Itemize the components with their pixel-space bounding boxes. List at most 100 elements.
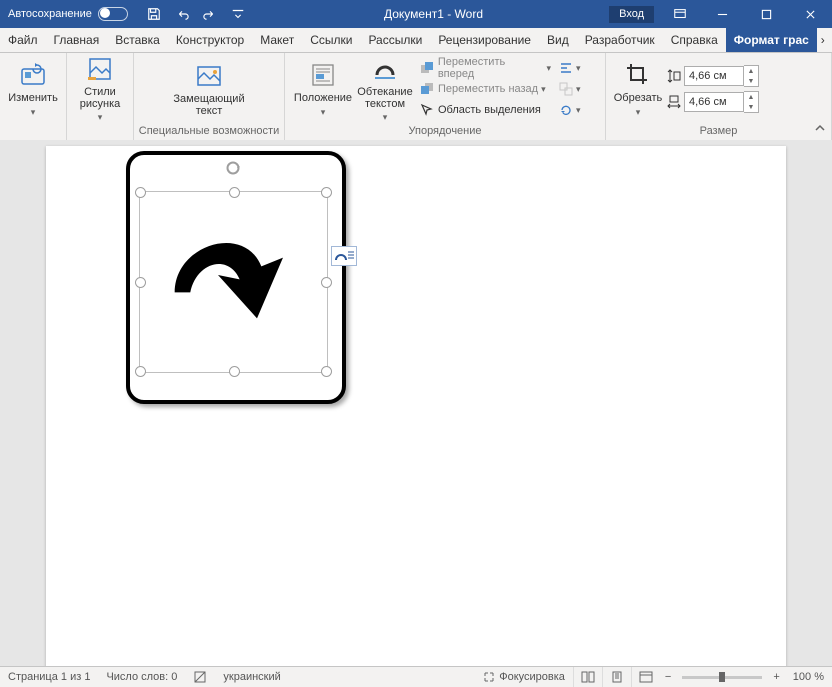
resize-handle-br[interactable]: [321, 366, 332, 377]
crop-button[interactable]: Обрезать ▾: [612, 55, 664, 123]
autosave-toggle[interactable]: Автосохранение: [0, 7, 134, 21]
alt-text-icon: [194, 61, 224, 91]
group-icon: [559, 81, 573, 97]
change-picture-label: Изменить: [8, 92, 58, 104]
focus-mode-button[interactable]: Фокусировка: [475, 671, 573, 683]
zoom-level[interactable]: 100 %: [785, 671, 832, 683]
rotate-button[interactable]: ▾: [555, 100, 583, 120]
zoom-out-button[interactable]: −: [660, 671, 676, 683]
layout-options-button[interactable]: [331, 246, 357, 266]
zoom-slider[interactable]: [682, 676, 762, 679]
resize-handle-tl[interactable]: [135, 187, 146, 198]
ribbon-tabs: Файл Главная Вставка Конструктор Макет С…: [0, 28, 832, 53]
group-size: Обрезать ▾ 4,66 см ▲▼ 4,66 см ▲▼ Размер: [606, 53, 832, 141]
width-value[interactable]: 4,66 см: [684, 92, 744, 112]
tab-references[interactable]: Ссылки: [302, 28, 360, 52]
ribbon-display-options-button[interactable]: [668, 0, 692, 28]
spellcheck-button[interactable]: [185, 670, 215, 684]
width-icon: [664, 92, 684, 112]
group-picture-styles: Стили рисунка ▾: [67, 53, 134, 141]
maximize-button[interactable]: [744, 0, 788, 28]
rotate-handle[interactable]: [225, 160, 241, 176]
word-count[interactable]: Число слов: 0: [98, 671, 185, 683]
resize-handle-tr[interactable]: [321, 187, 332, 198]
document-area: [0, 140, 832, 667]
wrap-text-button[interactable]: Обтекание текстом ▾: [355, 55, 415, 123]
selection-rectangle[interactable]: [139, 191, 328, 373]
web-layout-button[interactable]: [631, 667, 660, 687]
quick-access-toolbar: [134, 0, 258, 28]
change-picture-icon: [18, 60, 48, 90]
status-bar: Страница 1 из 1 Число слов: 0 украинский…: [0, 666, 832, 687]
group-button[interactable]: ▾: [555, 79, 583, 99]
picture-styles-button[interactable]: Стили рисунка ▾: [73, 55, 127, 123]
title-bar: Автосохранение Документ1 - Word Вход: [0, 0, 832, 28]
tab-home[interactable]: Главная: [46, 28, 108, 52]
shape-height-field[interactable]: 4,66 см ▲▼: [664, 65, 759, 87]
tab-file[interactable]: Файл: [0, 28, 46, 52]
tab-design[interactable]: Конструктор: [168, 28, 252, 52]
height-spinner[interactable]: ▲▼: [744, 65, 759, 87]
crop-label: Обрезать: [614, 92, 663, 104]
change-picture-button[interactable]: Изменить ▾: [6, 55, 60, 123]
save-button[interactable]: [142, 0, 166, 28]
height-icon: [664, 66, 684, 86]
position-label: Положение: [294, 92, 352, 104]
align-button[interactable]: ▾: [555, 58, 583, 78]
tab-insert[interactable]: Вставка: [107, 28, 168, 52]
ribbon: Изменить ▾ Стили рисунка ▾ Замещающий те…: [0, 53, 832, 142]
wrap-text-label: Обтекание текстом: [355, 86, 415, 110]
tab-developer[interactable]: Разработчик: [577, 28, 663, 52]
rotate-icon: [559, 102, 573, 118]
collapse-ribbon-button[interactable]: [814, 122, 826, 137]
group-styles-label: [67, 125, 133, 141]
resize-handle-bl[interactable]: [135, 366, 146, 377]
alt-text-button[interactable]: Замещающий текст: [159, 55, 259, 123]
align-icon: [559, 60, 573, 76]
minimize-button[interactable]: [700, 0, 744, 28]
position-button[interactable]: Положение ▾: [291, 55, 355, 123]
tabs-scroll-right-icon[interactable]: ›: [817, 28, 829, 52]
group-accessibility: Замещающий текст Специальные возможности: [134, 53, 285, 141]
tab-mailings[interactable]: Рассылки: [360, 28, 430, 52]
redo-button[interactable]: [198, 0, 222, 28]
alt-text-label: Замещающий текст: [159, 93, 259, 117]
crop-icon: [623, 60, 653, 90]
page[interactable]: [46, 146, 786, 667]
selection-pane-icon: [419, 102, 435, 118]
tab-layout[interactable]: Макет: [252, 28, 302, 52]
tab-help[interactable]: Справка: [663, 28, 726, 52]
tab-review[interactable]: Рецензирование: [430, 28, 539, 52]
chevron-down-icon: ▾: [31, 107, 36, 118]
selection-pane-button[interactable]: Область выделения: [415, 100, 555, 120]
page-count[interactable]: Страница 1 из 1: [0, 671, 98, 683]
print-layout-button[interactable]: [602, 667, 631, 687]
bring-forward-button[interactable]: Переместить вперед▾: [415, 58, 555, 78]
language-button[interactable]: украинский: [215, 671, 288, 683]
send-backward-icon: [419, 81, 435, 97]
resize-handle-t[interactable]: [229, 187, 240, 198]
tab-picture-format[interactable]: Формат грас: [726, 28, 817, 52]
qat-customize-button[interactable]: [226, 0, 250, 28]
resize-handle-l[interactable]: [135, 277, 146, 288]
width-spinner[interactable]: ▲▼: [744, 91, 759, 113]
undo-button[interactable]: [170, 0, 194, 28]
chevron-down-icon: ▾: [383, 112, 388, 123]
read-mode-button[interactable]: [573, 667, 602, 687]
document-title: Документ1 - Word: [258, 7, 609, 21]
send-backward-button[interactable]: Переместить назад▾: [415, 79, 555, 99]
chevron-down-icon: ▾: [98, 112, 103, 123]
sign-in-button[interactable]: Вход: [609, 6, 654, 23]
shape-width-field[interactable]: 4,66 см ▲▼: [664, 91, 759, 113]
close-button[interactable]: [788, 0, 832, 28]
group-adjust: Изменить ▾: [0, 53, 67, 141]
view-buttons: [573, 667, 660, 687]
resize-handle-b[interactable]: [229, 366, 240, 377]
tab-view[interactable]: Вид: [539, 28, 577, 52]
group-arrange: Положение ▾ Обтекание текстом ▾ Перемест…: [285, 53, 606, 141]
chevron-down-icon: ▾: [321, 107, 326, 118]
position-icon: [308, 60, 338, 90]
zoom-in-button[interactable]: +: [768, 671, 784, 683]
resize-handle-r[interactable]: [321, 277, 332, 288]
height-value[interactable]: 4,66 см: [684, 66, 744, 86]
